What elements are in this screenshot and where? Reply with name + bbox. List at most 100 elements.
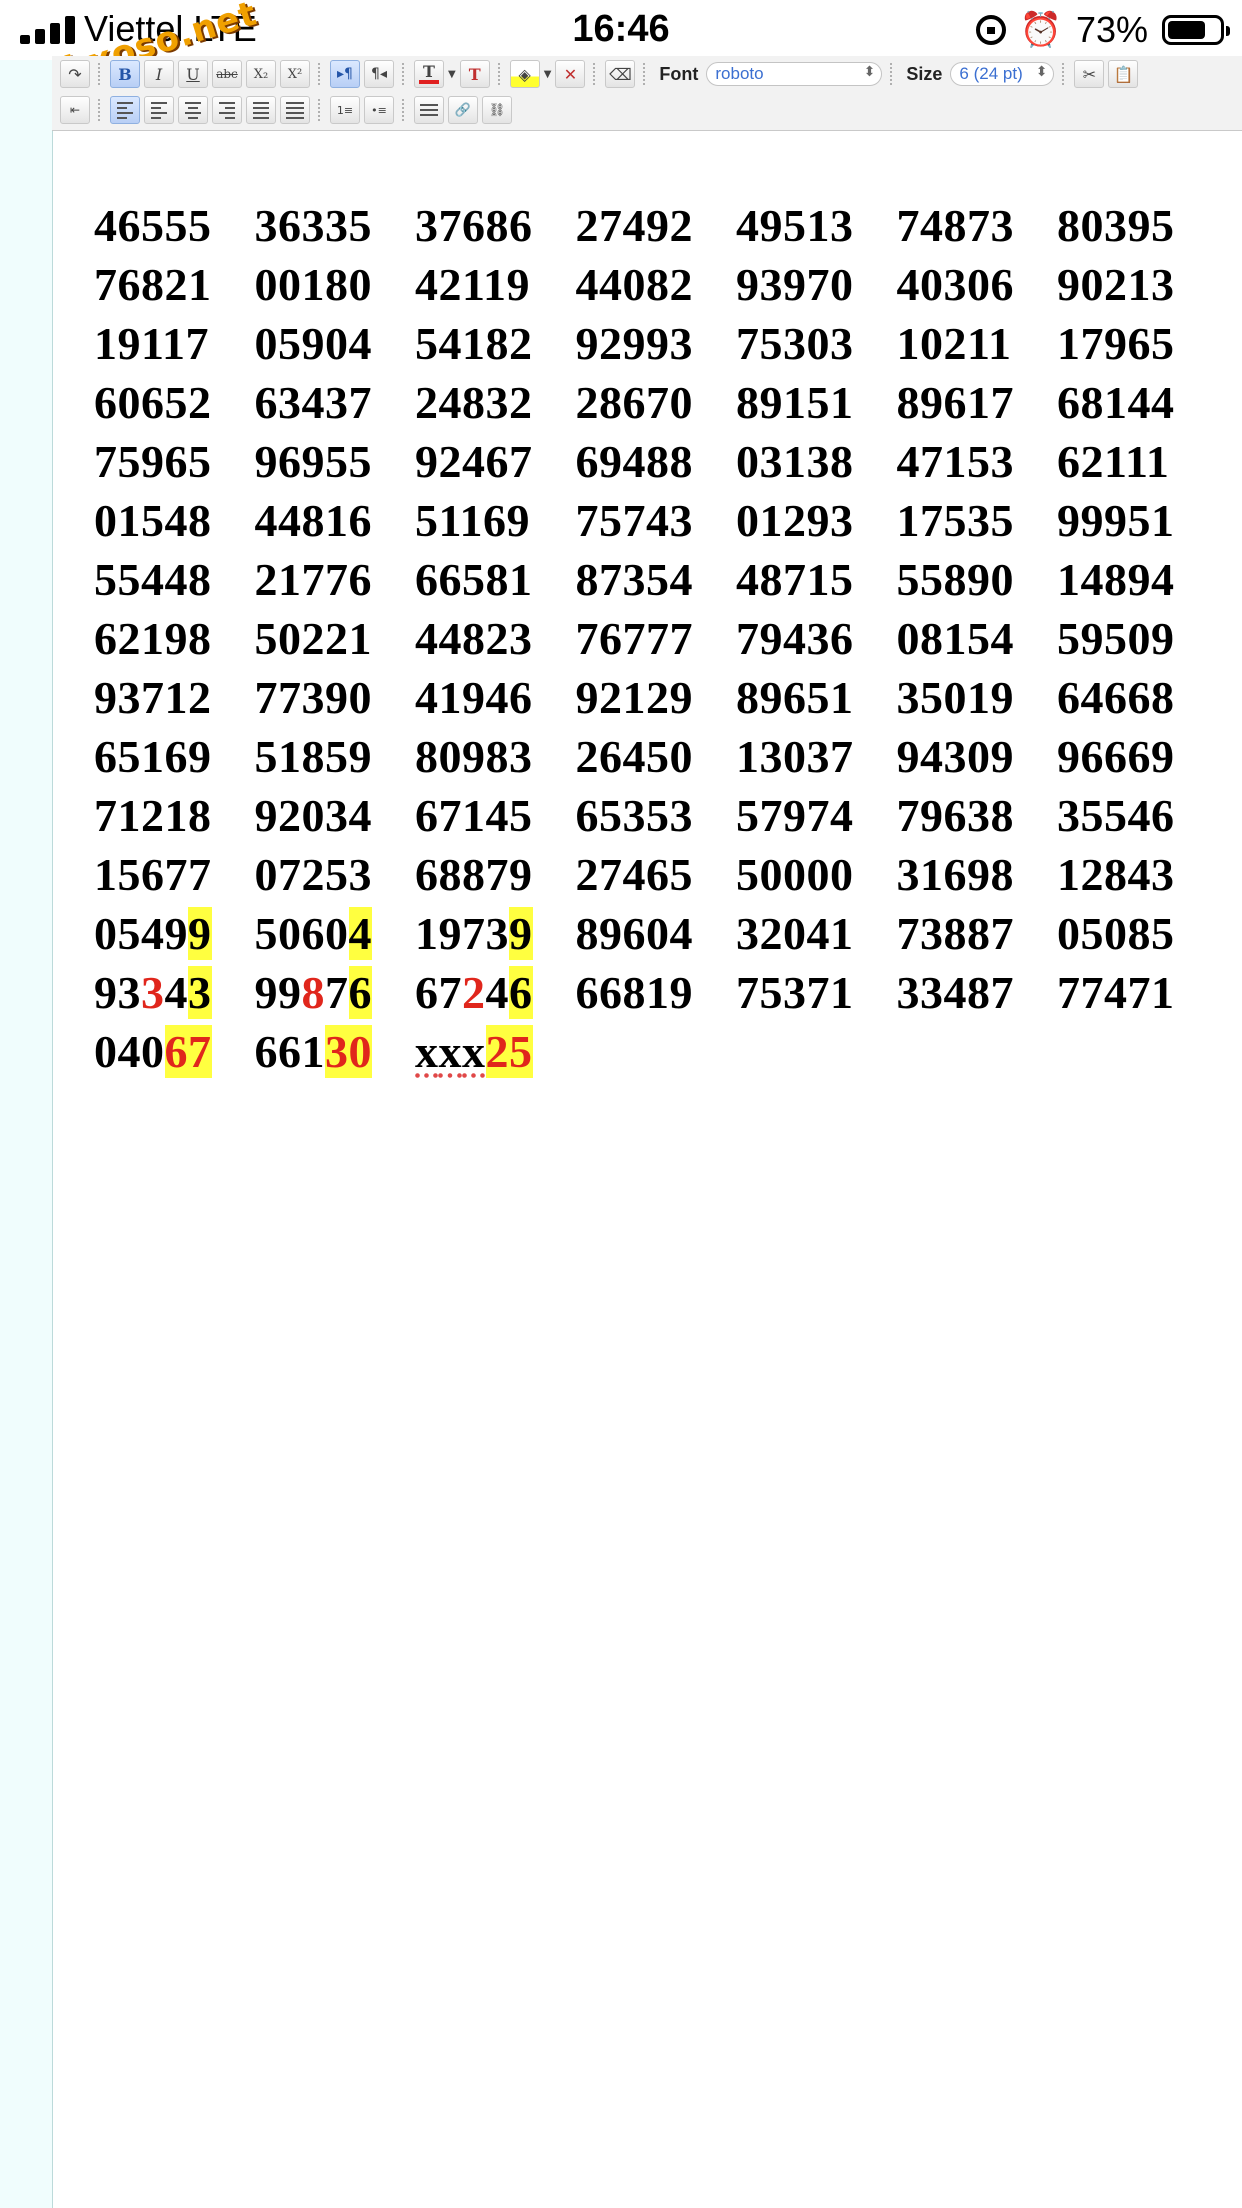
number-cell: 10211: [896, 318, 1012, 369]
number-cell: 66130: [254, 1025, 372, 1078]
text-color-dropdown-icon[interactable]: ▼: [448, 69, 456, 80]
cut-icon[interactable]: ✂: [1074, 60, 1105, 88]
number-cell: 80983: [415, 731, 533, 782]
number-cell: 93712: [94, 672, 212, 723]
number-row: 01548 44816 51169 75743 01293 17535 99951: [94, 491, 1214, 550]
number-cell: 75965: [94, 436, 212, 487]
number-cell: 59509: [1057, 613, 1175, 664]
document-body[interactable]: 46555 36335 37686 27492 49513 74873 80395 76821…: [94, 196, 1214, 1081]
number-cell: 89617: [896, 377, 1014, 428]
font-select[interactable]: roboto: [706, 62, 883, 86]
editor-toolbar: ↷ B I U abc X₂ X² ▸¶ ¶◂ T ▼ T ◈ ▼ ✕ ⌫ Fo…: [52, 56, 1242, 131]
number-cell: 80395: [1057, 200, 1175, 251]
number-cell: 15677: [94, 849, 212, 900]
number-cell: 75371: [736, 967, 854, 1018]
number-cell: 89151: [736, 377, 854, 428]
underline-button[interactable]: U: [178, 60, 208, 88]
number-cell: 57974: [736, 790, 854, 841]
number-row: 76821 00180 42119 44082 93970 40306 90213: [94, 255, 1214, 314]
justify-icon[interactable]: [246, 96, 276, 124]
number-cell: 55448: [94, 554, 212, 605]
number-cell: 69488: [575, 436, 693, 487]
number-cell: 66819: [575, 967, 693, 1018]
number-cell: 14894: [1057, 554, 1175, 605]
number-cell: 32041: [736, 908, 854, 959]
number-cell: 50604: [254, 907, 372, 960]
number-cell: 04067: [94, 1025, 212, 1078]
number-cell: 05499: [94, 907, 212, 960]
battery-icon: [1162, 15, 1230, 45]
number-cell: 08154: [896, 613, 1014, 664]
number-cell: 76821: [94, 259, 212, 310]
number-cell: 27465: [575, 849, 693, 900]
number-cell: 44082: [575, 259, 693, 310]
align-center-icon[interactable]: [178, 96, 208, 124]
number-row: 75965 96955 92467 69488 03138 47153 62111: [94, 432, 1214, 491]
number-cell: 92034: [254, 790, 372, 841]
number-cell: 99876: [254, 966, 372, 1019]
number-cell: 89604: [575, 908, 693, 959]
number-cell: 92129: [575, 672, 693, 723]
number-cell: 89651: [736, 672, 854, 723]
outdent-icon[interactable]: ⇤: [60, 96, 90, 124]
ltr-direction-button[interactable]: ▸¶: [330, 60, 360, 88]
size-select[interactable]: 6 (24 pt): [950, 62, 1055, 86]
rtl-direction-button[interactable]: ¶◂: [364, 60, 394, 88]
number-cell: 17535: [896, 495, 1014, 546]
number-cell: 31698: [896, 849, 1014, 900]
unlink-icon[interactable]: ⛓: [482, 96, 512, 124]
number-cell: 93343: [94, 966, 212, 1019]
number-cell: 13037: [736, 731, 854, 782]
number-cell: 62198: [94, 613, 212, 664]
number-cell: 71218: [94, 790, 212, 841]
number-cell: 67246: [415, 966, 533, 1019]
number-cell: 74873: [896, 200, 1014, 251]
number-cell: 12843: [1057, 849, 1175, 900]
highlight-color-button[interactable]: ◈: [509, 60, 540, 88]
number-cell: 26450: [575, 731, 693, 782]
italic-button[interactable]: I: [144, 60, 174, 88]
number-cell: 19739: [415, 907, 533, 960]
number-cell: 21776: [254, 554, 372, 605]
number-row: 71218 92034 67145 65353 57974 79638 35546: [94, 786, 1214, 845]
number-cell: 75303: [736, 318, 854, 369]
left-gutter: [0, 60, 53, 2208]
number-row: 04067 66130 xxx25: [94, 1022, 1214, 1081]
battery-percent: 73%: [1075, 9, 1148, 50]
number-cell: 05904: [254, 318, 372, 369]
number-row: 05499 50604 19739 89604 32041 73887 05085: [94, 904, 1214, 963]
unordered-list-icon[interactable]: •≡: [364, 96, 394, 124]
number-cell: 64668: [1057, 672, 1175, 723]
clear-highlight-icon[interactable]: ✕: [555, 60, 586, 88]
paste-icon[interactable]: 📋: [1108, 60, 1139, 88]
strikethrough-button[interactable]: abc: [212, 60, 242, 88]
remove-format-icon[interactable]: T: [459, 60, 490, 88]
text-color-button[interactable]: T: [414, 60, 444, 88]
number-cell: 37686: [415, 200, 533, 251]
rotation-lock-icon: [975, 15, 1006, 45]
number-cell: 36335: [254, 200, 372, 251]
align-start-icon[interactable]: [110, 96, 140, 124]
subscript-button[interactable]: X₂: [246, 60, 276, 88]
eraser-icon[interactable]: ⌫: [605, 60, 636, 88]
number-cell: 24832: [415, 377, 533, 428]
font-label: Font: [659, 63, 699, 84]
justify-full-icon[interactable]: [280, 96, 310, 124]
superscript-button[interactable]: X²: [280, 60, 310, 88]
link-icon[interactable]: 🔗: [448, 96, 478, 124]
number-cell: 48715: [736, 554, 854, 605]
redo-button[interactable]: ↷: [60, 60, 90, 88]
number-row: 55448 21776 66581 87354 48715 55890 14894: [94, 550, 1214, 609]
number-cell: 92467: [415, 436, 533, 487]
align-right-icon[interactable]: [212, 96, 242, 124]
number-cell: 51169: [415, 495, 530, 546]
highlight-dropdown-icon[interactable]: ▼: [544, 69, 552, 80]
align-left-icon[interactable]: [144, 96, 174, 124]
horizontal-rule-icon[interactable]: [414, 96, 444, 124]
number-cell: 54182: [415, 318, 533, 369]
ordered-list-icon[interactable]: 1≡: [330, 96, 360, 124]
number-cell: 35019: [896, 672, 1014, 723]
number-cell: 40306: [896, 259, 1014, 310]
number-cell: 47153: [896, 436, 1014, 487]
bold-button[interactable]: B: [110, 60, 140, 88]
